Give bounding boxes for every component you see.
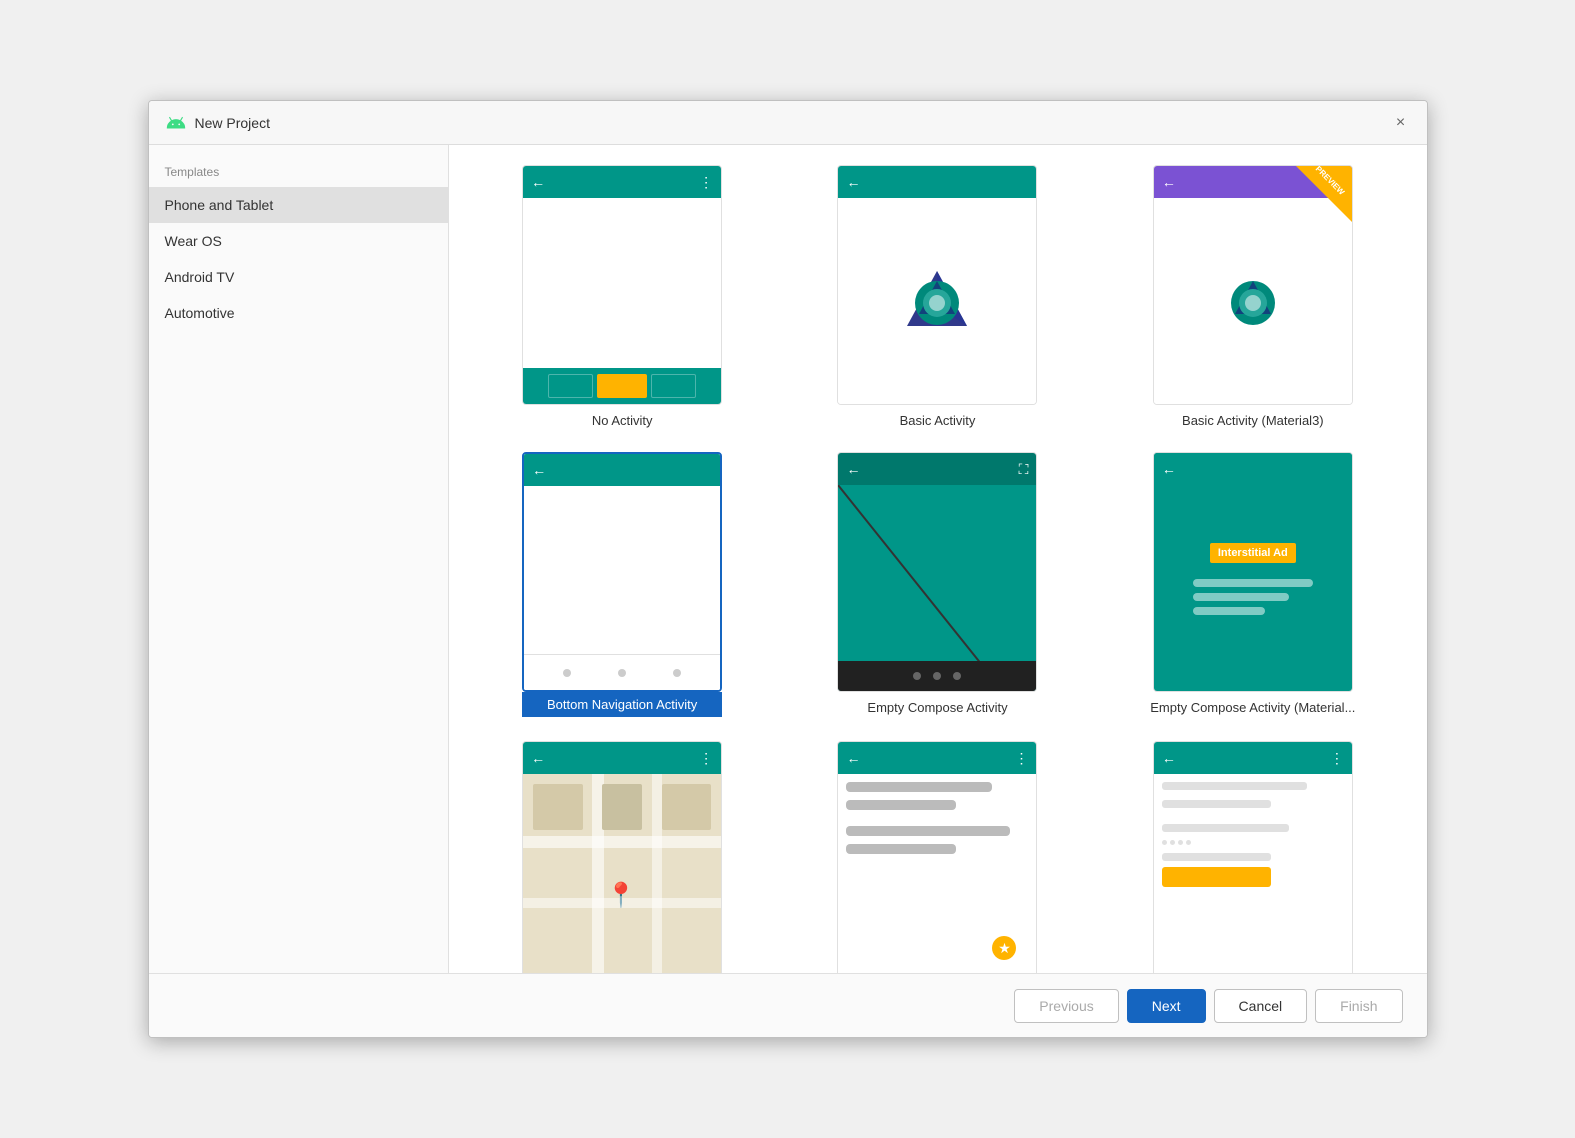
dialog-title: New Project [195, 115, 1391, 131]
no-activity-mock: ← ⋮ [523, 166, 721, 404]
android-icon [165, 112, 187, 134]
template-basic-activity-m3[interactable]: ← [1103, 165, 1402, 428]
template-google-admob-thumbnail: ← ⋮ [1153, 741, 1353, 973]
bottom-nav-mock: ← [524, 454, 720, 690]
template-fullscreen-activity[interactable]: ← ⋮ ★ Fullscreen Activi [788, 741, 1087, 973]
diagonal-line [838, 485, 1036, 661]
new-project-dialog: New Project × Templates Phone and Tablet… [148, 100, 1428, 1038]
template-empty-compose-label: Empty Compose Activity [867, 700, 1007, 715]
template-no-activity[interactable]: ← ⋮ No Activity [473, 165, 772, 428]
map-pin: 📍 [606, 884, 636, 908]
templates-grid: ← ⋮ No Activity [473, 165, 1403, 973]
close-button[interactable]: × [1391, 113, 1411, 133]
template-basic-activity-m3-thumbnail: ← [1153, 165, 1353, 405]
basic-activity-mock: ← [838, 166, 1036, 404]
next-button[interactable]: Next [1127, 989, 1206, 1023]
template-map-activity-thumbnail: ← ⋮ [522, 741, 722, 973]
template-basic-activity-label: Basic Activity [900, 413, 976, 428]
cancel-button[interactable]: Cancel [1214, 989, 1308, 1023]
sidebar: Templates Phone and Tablet Wear OS Andro… [149, 145, 449, 973]
fullscreen-mock: ← ⛶ [838, 453, 1036, 691]
template-bottom-navigation-thumbnail: ← [522, 452, 722, 692]
template-basic-activity-thumbnail: ← [837, 165, 1037, 405]
template-google-admob[interactable]: ← ⋮ [1103, 741, 1402, 973]
template-empty-compose-material-thumbnail: ← Interstitial Ad [1153, 452, 1353, 692]
previous-button[interactable]: Previous [1014, 989, 1118, 1023]
interstitial-ad-badge: Interstitial Ad [1210, 543, 1296, 563]
template-no-activity-thumbnail: ← ⋮ [522, 165, 722, 405]
template-bottom-navigation-label: Bottom Navigation Activity [522, 692, 722, 717]
sidebar-item-android-tv[interactable]: Android TV [149, 259, 448, 295]
template-bottom-navigation[interactable]: ← Bottom Navigation Activity [473, 452, 772, 717]
sidebar-item-automotive[interactable]: Automotive [149, 295, 448, 331]
sidebar-item-wear-os[interactable]: Wear OS [149, 223, 448, 259]
settings-mock: ← ⋮ [1154, 742, 1352, 973]
templates-section-label: Templates [149, 153, 448, 187]
main-content: Templates Phone and Tablet Wear OS Andro… [149, 145, 1427, 973]
finish-button[interactable]: Finish [1315, 989, 1402, 1023]
template-empty-compose-material-label: Empty Compose Activity (Material... [1150, 700, 1355, 715]
map-mock: ← ⋮ [523, 742, 721, 973]
sidebar-item-phone-tablet[interactable]: Phone and Tablet [149, 187, 448, 223]
content-area: ← ⋮ No Activity [449, 145, 1427, 973]
notif-mock: ← ⋮ ★ [838, 742, 1036, 973]
dialog-footer: Previous Next Cancel Finish [149, 973, 1427, 1037]
template-basic-activity-m3-label: Basic Activity (Material3) [1182, 413, 1324, 428]
template-basic-activity[interactable]: ← [788, 165, 1087, 428]
android-logo-basic [897, 261, 977, 341]
admob-mock: ← Interstitial Ad [1154, 453, 1352, 691]
template-map-activity[interactable]: ← ⋮ [473, 741, 772, 973]
preview-badge: PREVIEW [1296, 166, 1352, 222]
template-no-activity-label: No Activity [592, 413, 653, 428]
template-fullscreen-activity-thumbnail: ← ⋮ ★ [837, 741, 1037, 973]
template-empty-compose[interactable]: ← ⛶ [788, 452, 1087, 717]
template-empty-compose-thumbnail: ← ⛶ [837, 452, 1037, 692]
template-empty-compose-material[interactable]: ← Interstitial Ad Empty Compose Activity… [1103, 452, 1402, 717]
android-logo-m3 [1213, 261, 1293, 341]
title-bar: New Project × [149, 101, 1427, 145]
